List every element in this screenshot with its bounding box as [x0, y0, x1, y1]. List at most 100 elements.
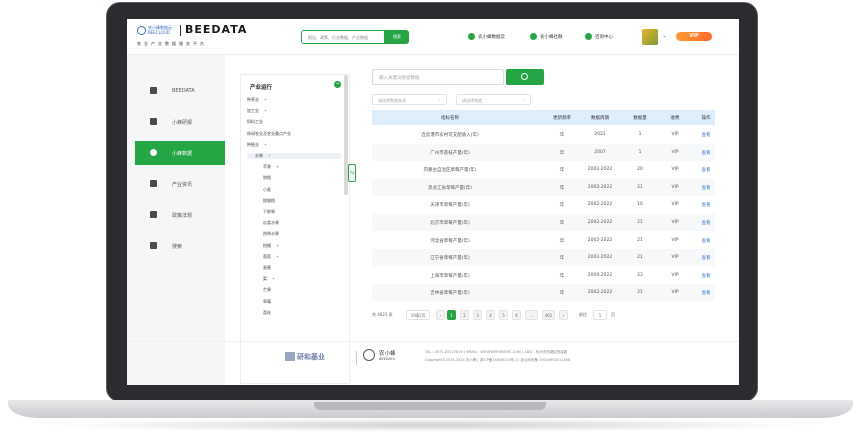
- sidebar-item-1[interactable]: 小蜂研报: [135, 110, 225, 134]
- tree-node[interactable]: 荔枝: [263, 310, 271, 316]
- tree-node[interactable]: 芒果: [263, 287, 271, 293]
- frequency-select[interactable]: 请选择频度 ⌄: [456, 94, 531, 105]
- data-search-button[interactable]: [506, 69, 544, 85]
- page-button[interactable]: 1: [447, 310, 456, 320]
- footer-copyright: Copyright©2016-2024 农小蜂 | 浙ICP备16006024号…: [425, 358, 571, 362]
- page-button[interactable]: 3: [473, 310, 482, 320]
- sidebar-item-2[interactable]: 小蜂数据: [135, 141, 225, 165]
- tree-node[interactable]: 种植业 +: [247, 142, 267, 148]
- company-logo: 研和基业: [297, 353, 325, 361]
- view-link[interactable]: 查看: [681, 238, 731, 244]
- goto-unit: 页: [611, 312, 615, 317]
- tree-node[interactable]: 休闲农业及农业重点产业: [247, 131, 291, 137]
- nav-link-consult[interactable]: 咨询中心: [585, 33, 613, 40]
- tree-node[interactable]: 种养业 +: [247, 97, 267, 103]
- tree-node-label: 饲料工业: [247, 119, 263, 125]
- sidebar-item-0[interactable]: BEEDATA: [135, 79, 225, 103]
- tree-node[interactable]: 水果 +: [247, 153, 341, 159]
- expand-icon[interactable]: +: [268, 153, 271, 158]
- cloud-icon: [150, 149, 157, 156]
- view-link[interactable]: 查看: [681, 290, 731, 296]
- sidebar-item-label: 政策法规: [172, 213, 193, 219]
- view-link[interactable]: 查看: [681, 185, 731, 191]
- brand-logo[interactable]: BEEDATA: [185, 23, 247, 36]
- page-button[interactable]: 2: [460, 310, 469, 320]
- avatar[interactable]: [642, 29, 658, 45]
- tree-node[interactable]: 热带水果: [263, 231, 279, 237]
- logo-icon: [137, 26, 146, 35]
- tree-node-label: 水果: [255, 153, 263, 158]
- tree-node[interactable]: 猕猴桃: [263, 198, 275, 204]
- view-link[interactable]: 查看: [681, 220, 731, 226]
- tree-node[interactable]: 小麦: [263, 187, 271, 193]
- view-link[interactable]: 查看: [681, 255, 731, 261]
- pagination: 共 4623 条 10条/页 ‹ 1 2 3 4 5 6... 461 › 前往 1 页: [372, 310, 715, 322]
- expand-icon[interactable]: +: [276, 164, 279, 169]
- nav-link-community[interactable]: 农小蜂社群: [530, 33, 563, 40]
- table-cell: 辽宁省草莓产量(年): [430, 256, 470, 262]
- vip-badge[interactable]: VIP: [676, 32, 712, 41]
- view-link[interactable]: 查看: [681, 150, 731, 156]
- tree-node[interactable]: 瓜类水果: [263, 220, 279, 226]
- data-search-input[interactable]: 输入关键词搜索数据: [372, 69, 504, 85]
- tree-node[interactable]: 香蕉: [263, 265, 271, 271]
- tree-node-label: 瓜类水果: [263, 220, 279, 226]
- sidebar-item-5[interactable]: 搜索: [135, 234, 225, 258]
- source-select[interactable]: 请选择数据来源 ⌄: [372, 94, 447, 105]
- tree-node[interactable]: 柑橘 +: [263, 243, 279, 249]
- chevron-down-icon: ⌄: [521, 97, 525, 102]
- view-link[interactable]: 查看: [681, 167, 731, 173]
- table-row: 黑龙江省草莓产量(年) 年 2002-2022 21 VIP 查看: [372, 178, 715, 196]
- consult-icon: [585, 33, 592, 40]
- goto-input[interactable]: 1: [593, 310, 607, 320]
- page-button[interactable]: 5: [499, 310, 508, 320]
- chevron-down-icon[interactable]: ⌄: [662, 32, 667, 39]
- logo-divider: [180, 25, 181, 36]
- tree-node[interactable]: 脐橙: [263, 175, 271, 181]
- table-cell: 北京市草莓产量(年): [430, 221, 470, 226]
- tree-node[interactable]: 葡萄 +: [263, 254, 279, 260]
- page-button[interactable]: 6: [512, 310, 521, 320]
- page-button[interactable]: 461: [542, 310, 555, 320]
- expand-icon[interactable]: +: [276, 243, 279, 248]
- community-icon: [530, 33, 537, 40]
- next-page-button[interactable]: ›: [559, 310, 568, 320]
- page-button[interactable]: 4: [486, 310, 495, 320]
- tree-node-label: 苹果: [263, 164, 271, 170]
- sidebar-item-3[interactable]: 产业资讯: [135, 172, 225, 196]
- prev-page-button[interactable]: ‹: [436, 310, 445, 320]
- expand-icon[interactable]: +: [264, 108, 267, 113]
- cloud-icon: [468, 33, 475, 40]
- header-search-input[interactable]: 报告、政策、行业数据、产业数据: [301, 30, 385, 44]
- view-link[interactable]: 查看: [681, 273, 731, 279]
- tree-node[interactable]: 苹果 +: [263, 164, 279, 170]
- tree-node[interactable]: 干鲜果: [263, 209, 275, 215]
- page-size-select[interactable]: 10条/页: [406, 310, 430, 320]
- expand-icon[interactable]: +: [272, 276, 275, 281]
- table-row: 辽宁省草莓产量(年) 年 2002-2022 21 VIP 查看: [372, 249, 715, 267]
- select-value: 请选择频度: [462, 98, 482, 103]
- collapse-tree-button[interactable]: ⇆: [348, 164, 356, 182]
- table-row: 北京市草莓产量(年) 年 2002-2022 21 VIP 查看: [372, 214, 715, 231]
- category-tree: 产业运行 − 种养业 + 加工业 + 饲料工业 休闲农业及农业重点产业 种植业 + 水果 + 苹果 +…: [240, 74, 350, 384]
- sidebar-item-4[interactable]: 政策法规: [135, 203, 225, 227]
- nav-link-cloud[interactable]: 农小蜂数据云: [468, 33, 505, 40]
- expand-icon[interactable]: +: [264, 97, 267, 102]
- tree-node[interactable]: 饲料工业: [247, 119, 263, 125]
- expand-icon[interactable]: +: [264, 142, 267, 147]
- report-icon: [150, 118, 157, 125]
- header-search-button[interactable]: 搜索: [385, 30, 409, 44]
- sidebar-item-label: BEEDATA: [172, 88, 195, 94]
- tree-toggle-icon[interactable]: −: [334, 81, 341, 88]
- view-link[interactable]: 查看: [681, 202, 731, 208]
- tree-node[interactable]: 草莓: [263, 299, 271, 305]
- tree-node[interactable]: 梨 +: [263, 276, 275, 282]
- page-button[interactable]: ...: [525, 310, 538, 320]
- view-link[interactable]: 查看: [681, 132, 731, 138]
- table-cell: 内蒙古自治区草莓产量(年): [423, 168, 477, 174]
- table-cell: 吉林省草莓产量(年): [430, 291, 470, 297]
- table-row: 天津市草莓产量(年) 年 2002-2022 10 VIP 查看: [372, 196, 715, 213]
- expand-icon[interactable]: +: [276, 254, 279, 259]
- tree-node[interactable]: 加工业 +: [247, 108, 267, 114]
- goto-label: 前往: [579, 312, 587, 317]
